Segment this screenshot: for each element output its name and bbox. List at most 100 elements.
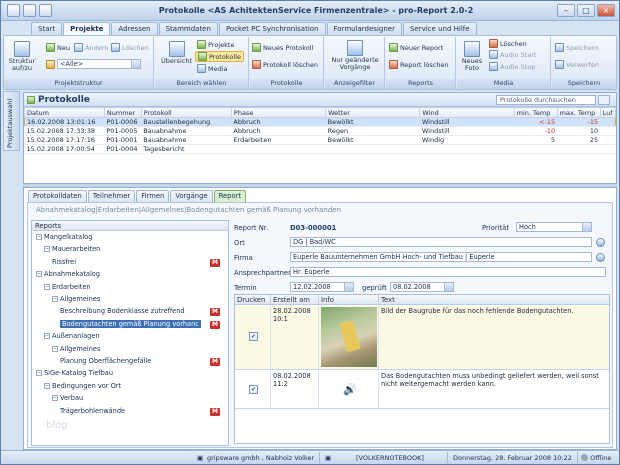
media-loschen-button[interactable]: Löschen <box>489 39 527 48</box>
collapse-icon[interactable]: − <box>52 345 58 352</box>
tree-node[interactable]: Rissfrei <box>52 258 76 266</box>
audio-stop-button[interactable]: Audio Stop <box>489 62 535 71</box>
media-row[interactable]: ✔ 28.02.2008 10:1 Bild der Baugrube für … <box>235 306 609 370</box>
projekte-button[interactable]: Projekte <box>197 40 234 49</box>
struktur-button[interactable]: Struktur auf/zu <box>8 41 36 72</box>
tree-node[interactable]: − Verbau <box>52 394 83 402</box>
table-row[interactable]: 15.02.2008 17:33:38 P01-0005 Bauabnahme Abb… <box>24 126 616 136</box>
prioritat-select[interactable]: Hoch <box>516 222 592 232</box>
collapse-icon[interactable]: − <box>44 382 50 389</box>
close-button[interactable]: × <box>597 4 615 17</box>
firma-field[interactable]: Euperle Bauunternehmen GmbH Hoch- und Ti… <box>290 252 592 262</box>
tree-node[interactable]: Planung Oberflächengefälle <box>60 357 151 365</box>
search-icon[interactable] <box>598 95 610 105</box>
media-row[interactable]: ✔ 08.02.2008 11:2 🔊 Das Bodengutachten m… <box>235 371 609 409</box>
table-cell <box>231 144 326 154</box>
collapse-icon[interactable]: − <box>36 271 42 278</box>
firma-picker-button[interactable] <box>596 253 605 262</box>
media-button[interactable]: Media <box>197 64 228 73</box>
speichern-button[interactable]: Speichern <box>555 43 598 52</box>
andern-button[interactable]: Ändern <box>74 43 108 52</box>
column-header[interactable]: Protokoll <box>140 107 232 118</box>
loschen-button[interactable]: Löschen <box>111 43 149 52</box>
termin-field[interactable]: 12.02.2008 <box>290 282 354 292</box>
collapse-icon[interactable]: − <box>44 246 50 253</box>
filter-icon <box>347 40 363 56</box>
tab-protokolldaten[interactable]: Protokolldaten <box>28 190 87 202</box>
gepruft-field[interactable]: 08.02.2008 <box>390 282 454 292</box>
construction-photo[interactable] <box>321 307 377 367</box>
tab-projekte[interactable]: Projekte <box>63 22 111 36</box>
collapse-icon[interactable]: − <box>52 296 58 302</box>
column-header[interactable]: Datum <box>24 107 105 118</box>
column-header[interactable]: max. Temp <box>556 107 601 118</box>
app-menu-icon[interactable] <box>7 4 20 17</box>
column-header[interactable]: Luf <box>599 107 617 118</box>
tree-node[interactable]: Beschreibung Bodenklasse zutreffend <box>60 307 185 315</box>
tree-node[interactable]: Bodengutachten gemäß Planung vorhanc <box>60 319 201 328</box>
column-header[interactable]: Phase <box>230 107 327 118</box>
user-filter[interactable]: <Alle> <box>46 59 141 69</box>
tab-start[interactable]: Start <box>31 22 63 35</box>
collapse-icon[interactable]: − <box>36 234 42 240</box>
tree-node[interactable]: Trägerbohlenwände <box>60 407 125 415</box>
table-row[interactable]: 15.02.2008 17:17:16 P01-0001 Bauabnahme Erd… <box>24 135 616 145</box>
ansprechpartner-field[interactable]: Hr. Euperle <box>290 267 606 277</box>
tab-teilnehmer[interactable]: Teilnehmer <box>87 190 136 202</box>
drucken-checkbox[interactable]: ✔ <box>249 332 258 341</box>
tab-vorgange[interactable]: Vorgänge <box>170 190 213 202</box>
tree-node[interactable]: − Bedingungen vor Ort <box>44 382 121 390</box>
column-header[interactable]: Nummer <box>103 107 142 118</box>
drucken-checkbox[interactable]: ✔ <box>249 385 258 394</box>
projects-icon <box>197 40 206 49</box>
audio-start-button[interactable]: Audio Start <box>489 50 536 59</box>
tree-node[interactable]: − Abnahmekatalog <box>36 270 100 278</box>
speaker-icon[interactable]: 🔊 <box>343 383 357 396</box>
nur-geanderte-button[interactable]: Nur geänderte Vorgänge <box>329 40 381 71</box>
maximize-button[interactable]: □ <box>577 4 595 17</box>
tab-service[interactable]: Service und Hilfe <box>402 22 477 35</box>
tab-pocket-pc[interactable]: Pocket PC Synchronisation <box>218 22 326 35</box>
column-header[interactable]: min. Temp <box>513 107 558 118</box>
collapse-icon[interactable]: − <box>36 370 42 377</box>
save-icon[interactable] <box>23 4 36 17</box>
ort-picker-button[interactable] <box>596 238 605 247</box>
search-input[interactable]: Protokolle durchsuchen <box>496 95 596 105</box>
tree-node[interactable]: − Allgemeines <box>52 295 100 303</box>
projektauswahl-sidebar[interactable]: Projektauswahl <box>3 91 20 151</box>
neu-button[interactable]: Neu <box>46 43 70 52</box>
tree-node[interactable]: − SiGe-Katalog Tiefbau <box>36 369 113 377</box>
protokolle-button[interactable]: Protokolle <box>195 51 244 62</box>
tree-node-label: Rissfrei <box>52 257 77 266</box>
ort-field[interactable]: DG | Bad/WC <box>290 237 592 247</box>
verwerfen-button[interactable]: Verwerfen <box>555 60 599 69</box>
tab-report[interactable]: Report <box>213 190 247 202</box>
tree-node[interactable]: − Mauerarbeiten <box>44 245 100 253</box>
tab-formulardesigner[interactable]: Formulardesigner <box>326 22 402 35</box>
column-header[interactable]: Wind <box>419 107 515 118</box>
neues-protokoll-button[interactable]: Neues Protokoll <box>252 43 313 52</box>
protokoll-loschen-button[interactable]: Protokoll löschen <box>252 60 318 69</box>
tree-node[interactable]: − Mangelkatalog <box>36 233 92 241</box>
column-header[interactable]: Wetter <box>325 107 421 118</box>
tree-node[interactable]: − Allgemeines <box>52 345 100 353</box>
tab-firmen[interactable]: Firmen <box>136 190 170 202</box>
collapse-icon[interactable]: − <box>44 333 50 340</box>
tab-adressen[interactable]: Adressen <box>111 22 158 35</box>
collapse-icon[interactable]: − <box>44 283 50 290</box>
tree-node[interactable]: − Außenanlagen <box>44 332 100 340</box>
status-datetime: Donnerstag, 28. Februar 2008 10:22 <box>453 454 572 462</box>
collapse-icon[interactable]: − <box>52 395 58 402</box>
minimize-button[interactable]: – <box>557 4 575 17</box>
table-row[interactable]: 16.02.2008 13:01:16 P01-0006 Baustellenbeg… <box>24 117 616 127</box>
ubersicht-button[interactable]: Übersicht <box>161 41 192 65</box>
tab-stammdaten[interactable]: Stammdaten <box>158 22 218 35</box>
tree-node[interactable]: − Erdarbeiten <box>44 283 91 291</box>
undo-icon[interactable] <box>39 4 52 17</box>
table-row[interactable]: 15.02.2008 17:00:54 P01-0004 Tagesbericht <box>24 144 616 154</box>
neuer-report-button[interactable]: Neuer Report <box>389 43 443 52</box>
table-cell: 15.02.2008 17:17:16 <box>24 135 105 145</box>
report-loschen-button[interactable]: Report löschen <box>389 60 449 69</box>
neues-foto-button[interactable]: Neues Foto <box>461 41 483 72</box>
calendar-icon <box>444 283 453 291</box>
